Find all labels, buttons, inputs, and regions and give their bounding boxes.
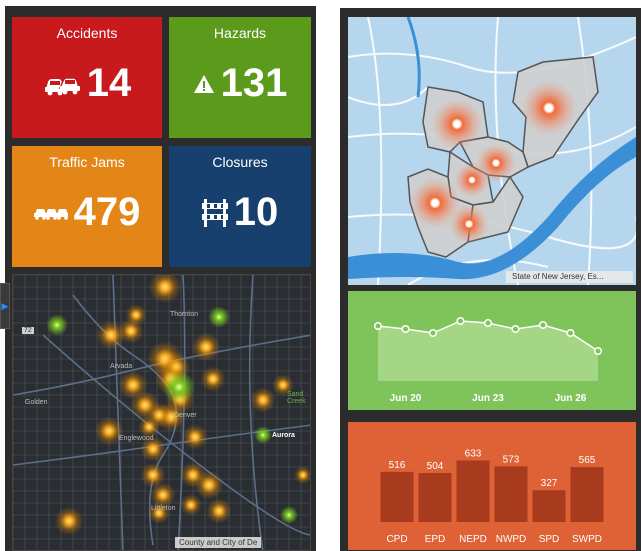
- district-bar-chart[interactable]: 516 CPD 504 EPD 633 NEPD 573 NWPD 327 SPD 565 SWPD: [348, 422, 636, 550]
- hazard-hotspot[interactable]: [280, 506, 298, 524]
- district-heat-point[interactable]: [449, 204, 489, 244]
- trend-point[interactable]: [593, 346, 603, 356]
- region-map-attribution: State of New Jersey, Es...: [512, 272, 604, 281]
- map-label-englewood: Englewood: [119, 435, 154, 442]
- district-bar-category: NWPD: [496, 534, 527, 545]
- hazard-hotspot[interactable]: [254, 426, 272, 444]
- district-bar[interactable]: [456, 460, 490, 522]
- closures-count: 10: [233, 190, 279, 234]
- trend-point[interactable]: [373, 321, 383, 331]
- trend-point[interactable]: [538, 320, 548, 330]
- map-label-sand-creek: Sand Creek: [287, 391, 306, 405]
- district-bar-value: 327: [541, 478, 558, 489]
- district-bar-value: 633: [465, 449, 482, 460]
- hazards-title: Hazards: [213, 25, 267, 41]
- accidents-count: 14: [86, 61, 132, 105]
- hazards-count: 131: [220, 61, 288, 105]
- closures-title: Closures: [212, 154, 268, 170]
- traffic-jams-metric: 479: [12, 190, 162, 235]
- incident-trend-chart[interactable]: Jun 20 Jun 23 Jun 26: [348, 291, 636, 410]
- traffic-jams-tile[interactable]: Traffic Jams 479: [12, 146, 162, 267]
- car-crash-icon: [43, 71, 81, 97]
- trend-point[interactable]: [483, 318, 493, 328]
- trend-tick-label: Jun 23: [472, 393, 504, 404]
- district-bar[interactable]: [418, 473, 452, 522]
- traffic-incident-map[interactable]: Thornton Arvada Golden Denver Aurora Eng…: [12, 274, 311, 551]
- map-label-denver: Denver: [174, 412, 197, 419]
- trend-tick-label: Jun 20: [390, 393, 422, 404]
- district-bar-category: CPD: [386, 534, 407, 545]
- district-bar-value: 504: [427, 461, 444, 472]
- closures-tile[interactable]: Closures 10: [169, 146, 311, 267]
- warning-icon: [193, 74, 215, 94]
- panel-expand-toggle[interactable]: ▶: [0, 283, 10, 329]
- district-bar-value: 565: [579, 455, 596, 466]
- district-bar[interactable]: [570, 467, 604, 522]
- traffic-hotspot[interactable]: [140, 462, 166, 488]
- road-closure-icon: [201, 198, 228, 228]
- trend-point[interactable]: [511, 324, 520, 334]
- route-72-badge: 72: [22, 327, 34, 334]
- districts-dashboard-panel: State of New Jersey, Es... Jun 20 Jun 23 J…: [340, 8, 641, 551]
- traffic-hotspot[interactable]: [294, 466, 311, 484]
- map-label-thornton: Thornton: [170, 311, 199, 318]
- traffic-hotspot[interactable]: [182, 424, 208, 450]
- traffic-hotspot[interactable]: [180, 462, 206, 488]
- hazard-hotspot[interactable]: [208, 306, 230, 328]
- traffic-hotspot[interactable]: [191, 332, 221, 362]
- district-bar-category: EPD: [425, 534, 446, 545]
- trend-tick-label: Jun 26: [555, 393, 587, 404]
- hazards-metric: 131: [169, 61, 311, 106]
- district-bar[interactable]: [532, 490, 566, 522]
- district-bar-value: 516: [389, 460, 406, 471]
- traffic-jams-count: 479: [73, 190, 141, 234]
- district-bar-category: SWPD: [572, 534, 602, 545]
- trend-point[interactable]: [456, 316, 465, 326]
- chevron-right-icon: ▶: [1, 300, 9, 311]
- traffic-hotspot[interactable]: [54, 506, 84, 536]
- district-heat-point[interactable]: [454, 162, 490, 198]
- map-label-arvada: Arvada: [110, 363, 133, 370]
- district-bar-value: 573: [503, 454, 520, 465]
- district-heat-point[interactable]: [431, 98, 483, 150]
- traffic-jams-title: Traffic Jams: [49, 154, 125, 170]
- accidents-tile[interactable]: Accidents 14: [12, 17, 162, 138]
- traffic-cars-icon: [33, 205, 68, 221]
- district-bar-category: NEPD: [459, 534, 487, 545]
- traffic-hotspot[interactable]: [118, 318, 144, 344]
- hazard-hotspot[interactable]: [162, 370, 196, 404]
- traffic-hotspot[interactable]: [180, 494, 202, 516]
- map-label-aurora: Aurora: [272, 432, 295, 439]
- traffic-hotspot[interactable]: [200, 366, 226, 392]
- trend-point[interactable]: [566, 328, 575, 338]
- district-bar-category: SPD: [539, 534, 560, 545]
- map-label-littleton: Littleton: [151, 505, 176, 512]
- traffic-map-attribution: County and City of De: [175, 537, 262, 548]
- accidents-title: Accidents: [56, 25, 118, 41]
- district-heat-map[interactable]: State of New Jersey, Es...: [348, 17, 636, 285]
- district-bar[interactable]: [380, 471, 414, 522]
- closures-metric: 10: [169, 190, 311, 235]
- district-heat-point[interactable]: [521, 80, 577, 136]
- hazard-hotspot[interactable]: [46, 314, 68, 336]
- accidents-metric: 14: [12, 61, 162, 106]
- district-bar[interactable]: [494, 466, 528, 522]
- traffic-hotspot[interactable]: [250, 387, 276, 413]
- map-label-golden: Golden: [25, 399, 48, 406]
- hazards-tile[interactable]: Hazards 131: [169, 17, 311, 138]
- incidents-dashboard-panel: Accidents 14 Hazards 131 Traffic Jams 47…: [5, 6, 316, 551]
- traffic-hotspot[interactable]: [206, 498, 232, 524]
- trend-point[interactable]: [428, 328, 438, 338]
- trend-point[interactable]: [401, 324, 410, 334]
